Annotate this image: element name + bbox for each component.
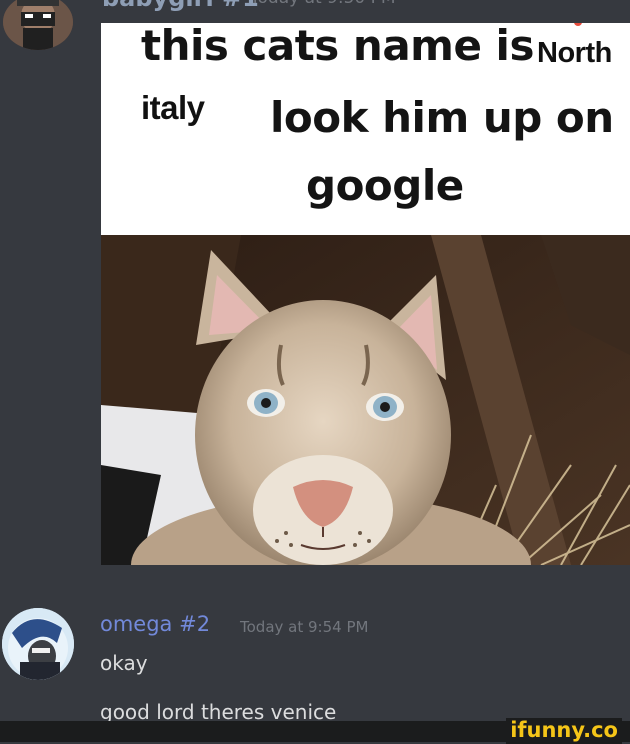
- omega-avatar[interactable]: [2, 608, 74, 680]
- cougar-photo: [101, 235, 630, 565]
- top-author-name[interactable]: babygirl #1: [102, 0, 259, 12]
- message-timestamp: Today at 9:54 PM: [240, 618, 369, 636]
- caption-italy: italy: [141, 89, 205, 126]
- top-avatar[interactable]: [3, 0, 73, 50]
- message-line-1: okay: [100, 651, 148, 675]
- red-dot: [574, 23, 582, 26]
- caption-line-2: look him up on: [270, 93, 614, 142]
- message-author[interactable]: omega #2: [100, 612, 210, 636]
- top-timestamp: Today at 9:50 PM: [250, 0, 396, 8]
- meme-caption-area: this cats name is North italy look him u…: [101, 23, 630, 231]
- caption-line-1: this cats name is: [141, 23, 534, 70]
- caption-north: North: [537, 37, 612, 69]
- ifunny-watermark: ifunny.co: [506, 718, 622, 744]
- caption-line-3: google: [306, 161, 464, 210]
- meme-image[interactable]: this cats name is North italy look him u…: [101, 23, 630, 565]
- anime-avatar-icon: [2, 608, 74, 680]
- ninja-avatar-icon: [3, 0, 73, 50]
